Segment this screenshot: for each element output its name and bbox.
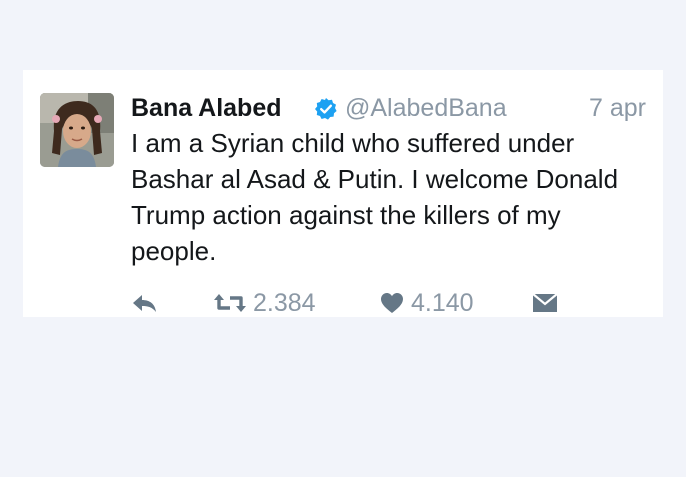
tweet-actions: 2.384 4.140 — [131, 288, 591, 318]
display-name[interactable]: Bana Alabed — [131, 92, 282, 124]
retweet-button[interactable]: 2.384 — [213, 288, 316, 318]
tweet-header: Bana Alabed @AlabedBana 7 apr — [131, 92, 646, 124]
tweet-timestamp[interactable]: 7 apr — [589, 92, 646, 124]
avatar[interactable] — [40, 93, 114, 167]
retweet-count: 2.384 — [253, 289, 316, 317]
tweet-text: I am a Syrian child who suffered under B… — [131, 128, 619, 266]
reply-button[interactable] — [131, 288, 159, 318]
envelope-icon — [531, 291, 559, 315]
user-handle[interactable]: @AlabedBana — [345, 92, 507, 124]
like-button[interactable]: 4.140 — [379, 288, 474, 318]
like-count: 4.140 — [411, 289, 474, 317]
verified-badge-icon — [314, 97, 338, 121]
retweet-icon — [213, 291, 247, 315]
tweet-card: Bana Alabed @AlabedBana 7 apr I am a Syr… — [23, 70, 663, 317]
direct-message-button[interactable] — [531, 288, 559, 318]
heart-icon — [379, 291, 405, 315]
reply-icon — [131, 291, 159, 315]
